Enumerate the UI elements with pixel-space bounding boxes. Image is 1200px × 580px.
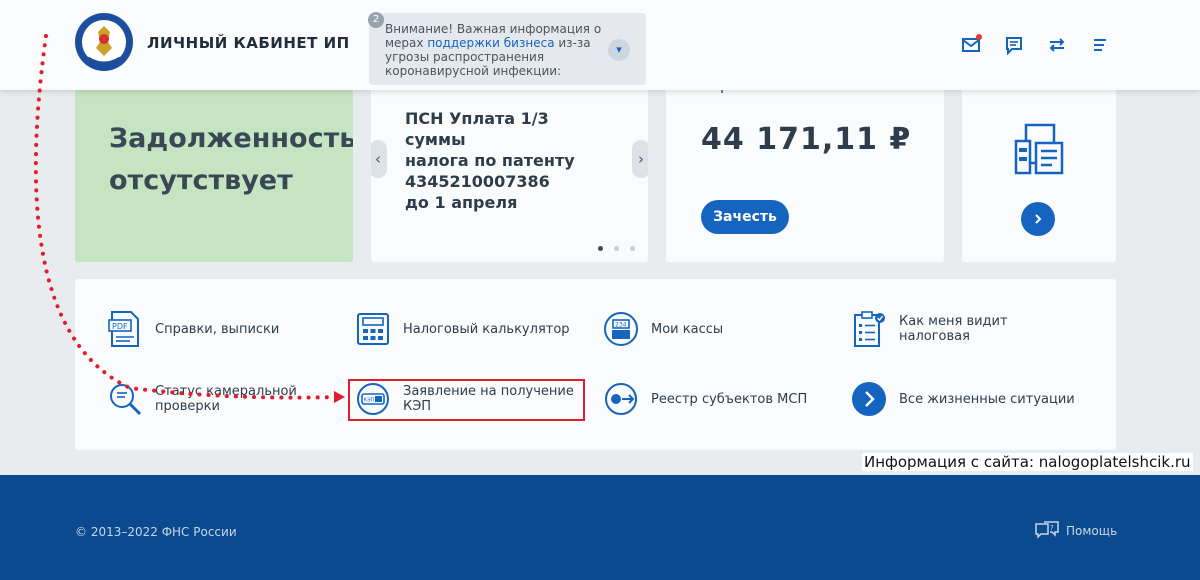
carousel-prev-button[interactable]: ‹ — [371, 140, 387, 178]
kep-highlight-box — [348, 379, 585, 421]
brand-title[interactable]: ЛИЧНЫЙ КАБИНЕТ ИП — [147, 34, 350, 52]
carousel-dot[interactable] — [630, 246, 635, 251]
carousel-dots — [598, 246, 635, 251]
service-audit-status[interactable]: Статус камеральной проверки — [105, 379, 335, 419]
debt-status: Задолженность отсутствует — [109, 118, 353, 202]
svg-text:PDF: PDF — [112, 322, 128, 331]
service-label: Как меня видит налоговая — [899, 314, 1008, 344]
events-card: Ближайшие события ПСН Уплата 1/3 суммы н… — [371, 70, 648, 262]
help-link[interactable]: ? Помощь — [1034, 520, 1117, 542]
chevron-right-icon: › — [638, 150, 644, 168]
event-line-3: 4345210007386 — [405, 172, 550, 191]
chat-icon — [1006, 37, 1022, 55]
help-icon: ? — [1035, 521, 1059, 539]
debt-line-1: Задолженность — [109, 123, 353, 154]
exchange-button[interactable] — [1040, 28, 1074, 62]
my-taxes-card[interactable]: Мои налоги — [962, 70, 1116, 262]
pdf-document-icon: PDF — [105, 309, 145, 349]
chevron-right-circle-icon — [849, 379, 889, 419]
event-line-2: налога по патенту — [405, 151, 575, 170]
copyright-text: © 2013–2022 ФНС России — [75, 525, 237, 539]
service-label: Мои кассы — [651, 321, 724, 337]
exchange-icon — [1049, 38, 1065, 52]
svg-text:234: 234 — [615, 322, 627, 329]
cash-register-icon: 234 — [601, 309, 641, 349]
chevron-down-icon[interactable]: ▾ — [608, 39, 630, 61]
notice-banner[interactable]: 2 Внимание! Важная информация о мерах по… — [368, 12, 646, 85]
my-taxes-open-button[interactable] — [1021, 202, 1055, 236]
service-tax-calculator[interactable]: Налоговый калькулятор — [353, 309, 583, 349]
chevron-left-icon: ‹ — [375, 150, 381, 168]
event-line-1: ПСН Уплата 1/3 суммы — [405, 109, 549, 149]
service-references[interactable]: PDF Справки, выписки — [105, 309, 335, 349]
mail-button[interactable] — [954, 28, 988, 62]
tax-documents-icon — [1012, 123, 1066, 181]
notice-text: Внимание! Важная информация о мерах подд… — [385, 22, 605, 78]
carousel-next-button[interactable]: › — [632, 140, 648, 178]
checklist-icon — [849, 309, 889, 349]
event-line-4: до 1 апреля — [405, 193, 518, 212]
service-all-life-situations[interactable]: Все жизненные ситуации — [849, 379, 1079, 419]
service-label: Справки, выписки — [155, 321, 280, 337]
footer: © 2013–2022 ФНС России ? Помощь — [0, 475, 1200, 580]
debt-card[interactable]: Задолженность отсутствует — [75, 70, 353, 262]
carousel-dot[interactable] — [614, 246, 619, 251]
unread-dot — [976, 34, 982, 40]
calculator-icon — [353, 309, 393, 349]
notice-link[interactable]: поддержки бизнеса — [427, 36, 554, 50]
magnifier-document-icon — [105, 379, 145, 419]
registry-arrow-icon — [601, 379, 641, 419]
carousel-dot[interactable] — [598, 246, 603, 251]
service-msp-registry[interactable]: Реестр субъектов МСП — [601, 379, 831, 419]
services-panel: PDF Справки, выписки Налоговый калькулят… — [75, 279, 1116, 450]
overpayment-amount: 44 171,11 ₽ — [701, 122, 912, 157]
menu-button[interactable] — [1083, 28, 1117, 62]
help-label: Помощь — [1066, 524, 1118, 538]
service-label: Налоговый калькулятор — [403, 321, 570, 337]
service-my-cash-registers[interactable]: 234 Мои кассы — [601, 309, 831, 349]
service-label: Все жизненные ситуации — [899, 391, 1075, 407]
header: ЛИЧНЫЙ КАБИНЕТ ИП 2 Внимание! Важная инф… — [0, 0, 1200, 90]
svg-text:?: ? — [1050, 524, 1054, 532]
service-label: Реестр субъектов МСП — [651, 391, 808, 407]
fns-logo[interactable] — [74, 12, 134, 72]
service-tax-view[interactable]: Как меня видит налоговая — [849, 309, 1079, 349]
source-caption: Информация с сайта: nalogoplatelshcik.ru — [862, 453, 1193, 471]
menu-icon — [1094, 39, 1106, 51]
debt-line-2: отсутствует — [109, 165, 293, 196]
service-label: Статус камеральной проверки — [155, 384, 297, 414]
chevron-right-icon — [1035, 214, 1042, 224]
chat-button[interactable] — [997, 28, 1031, 62]
event-description[interactable]: ПСН Уплата 1/3 суммы налога по патенту 4… — [405, 108, 605, 213]
notice-count-badge: 2 — [368, 12, 384, 28]
overpayment-card: Переплата 44 171,11 ₽ Зачесть — [666, 70, 944, 262]
offset-button[interactable]: Зачесть — [701, 200, 789, 234]
